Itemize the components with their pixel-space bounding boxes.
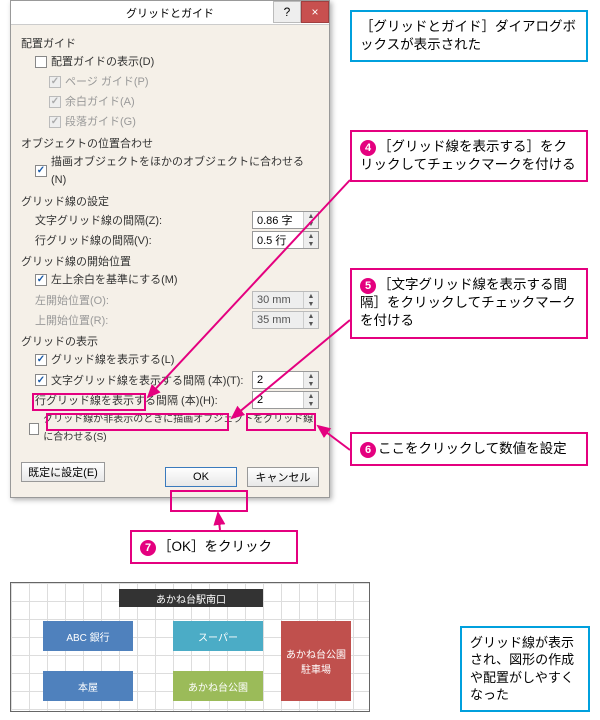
top-start-up: ▲ — [304, 312, 318, 320]
snap-others-checkbox[interactable] — [35, 165, 47, 177]
dialog-title: グリッドとガイド — [126, 5, 214, 21]
line-grid-spacing-up[interactable]: ▲ — [304, 232, 318, 240]
margin-guide-checkbox — [49, 96, 61, 108]
char-grid-show-down[interactable]: ▼ — [304, 380, 318, 388]
set-default-button[interactable]: 既定に設定(E) — [21, 462, 105, 482]
callout-grid-shown: グリッド線が表示され、図形の作成や配置がしやすくなった — [460, 626, 590, 712]
char-grid-show-label: 文字グリッド線を表示する間隔 (本)(T): — [51, 372, 243, 388]
grid-guide-dialog: グリッドとガイド ? × 配置ガイド 配置ガイドの表示(D) ページ ガイド(P… — [10, 0, 330, 498]
margin-guide-label: 余白ガイド(A) — [65, 93, 135, 111]
line-grid-spacing-label: 行グリッド線の間隔(V): — [35, 232, 152, 248]
callout-5: 5［文字グリッド線を表示する間隔］をクリックしてチェックマークを付ける — [350, 268, 588, 339]
use-margin-label: 左上余白を基準にする(M) — [51, 271, 178, 289]
line-grid-show-up[interactable]: ▲ — [304, 392, 318, 400]
char-grid-show-input[interactable]: ▲▼ — [252, 371, 319, 389]
top-start-input: ▲▼ — [252, 311, 319, 329]
left-start-up: ▲ — [304, 292, 318, 300]
line-grid-spacing-input[interactable]: ▲▼ — [252, 231, 319, 249]
left-start-down: ▼ — [304, 300, 318, 308]
char-grid-spacing-up[interactable]: ▲ — [304, 212, 318, 220]
page-canvas-preview: あかね台駅南口 ABC 銀行 スーパー 本屋 あかね台公園 あかね台公園駐車場 — [10, 582, 370, 712]
section-grid-show: グリッドの表示 — [21, 333, 319, 349]
shape-parking: あかね台公園駐車場 — [281, 621, 351, 701]
top-start-down: ▼ — [304, 320, 318, 328]
shape-abc-bank: ABC 銀行 — [43, 621, 133, 651]
callout-6-text: ここをクリックして数値を設定 — [378, 441, 567, 456]
line-grid-show-input[interactable]: ▲▼ — [252, 391, 319, 409]
char-grid-spacing-input[interactable]: ▲▼ — [252, 211, 319, 229]
top-start-label: 上開始位置(R): — [35, 312, 108, 328]
callout-4: 4［グリッド線を表示する］をクリックしてチェックマークを付ける — [350, 130, 588, 182]
use-margin-checkbox[interactable] — [35, 274, 47, 286]
line-grid-show-label: 行グリッド線を表示する間隔 (本)(H): — [35, 392, 218, 408]
help-button[interactable]: ? — [273, 1, 301, 23]
section-grid-settings: グリッド線の設定 — [21, 193, 319, 209]
close-button[interactable]: × — [301, 1, 329, 23]
shape-bookstore: 本屋 — [43, 671, 133, 701]
char-grid-spacing-label: 文字グリッド線の間隔(Z): — [35, 212, 162, 228]
snap-hidden-checkbox[interactable] — [29, 423, 39, 435]
page-guide-label: ページ ガイド(P) — [65, 73, 149, 91]
page-guide-checkbox — [49, 76, 61, 88]
line-grid-show-down[interactable]: ▼ — [304, 400, 318, 408]
char-grid-show-up[interactable]: ▲ — [304, 372, 318, 380]
shape-park: あかね台公園 — [173, 671, 263, 701]
step-7-num: 7 — [140, 540, 156, 556]
callout-dialog-shown: ［グリッドとガイド］ダイアログボックスが表示された — [350, 10, 588, 62]
callout-7: 7［OK］をクリック — [130, 530, 298, 564]
shape-station: あかね台駅南口 — [119, 589, 263, 607]
paragraph-guide-checkbox — [49, 116, 61, 128]
step-5-num: 5 — [360, 278, 376, 294]
dialog-titlebar: グリッドとガイド ? × — [11, 1, 329, 25]
snap-hidden-label: グリッド線が非表示のときに描画オブジェクトをグリッド線に合わせる(S) — [43, 411, 319, 447]
left-start-input: ▲▼ — [252, 291, 319, 309]
section-grid-start: グリッド線の開始位置 — [21, 253, 319, 269]
shape-super: スーパー — [173, 621, 263, 651]
ok-button[interactable]: OK — [165, 467, 237, 487]
char-grid-show-checkbox[interactable] — [35, 374, 47, 386]
char-grid-spacing-down[interactable]: ▼ — [304, 220, 318, 228]
step-4-num: 4 — [360, 140, 376, 156]
callout-5-text: ［文字グリッド線を表示する間隔］をクリックしてチェックマークを付ける — [360, 277, 576, 328]
left-start-label: 左開始位置(O): — [35, 292, 109, 308]
cancel-button[interactable]: キャンセル — [247, 467, 319, 487]
section-object-align: オブジェクトの位置合わせ — [21, 135, 319, 151]
snap-others-label: 描画オブジェクトをほかのオブジェクトに合わせる(N) — [51, 153, 319, 189]
section-align-guides: 配置ガイド — [21, 35, 319, 51]
callout-7-text: ［OK］をクリック — [158, 539, 272, 554]
line-grid-spacing-down[interactable]: ▼ — [304, 240, 318, 248]
paragraph-guide-label: 段落ガイド(G) — [65, 113, 136, 131]
show-grid-checkbox[interactable] — [35, 354, 47, 366]
step-6-num: 6 — [360, 442, 376, 458]
callout-4-text: ［グリッド線を表示する］をクリックしてチェックマークを付ける — [360, 139, 576, 172]
show-grid-label: グリッド線を表示する(L) — [51, 351, 174, 369]
show-align-guides-checkbox[interactable] — [35, 56, 47, 68]
callout-6: 6ここをクリックして数値を設定 — [350, 432, 588, 466]
show-align-guides-label: 配置ガイドの表示(D) — [51, 53, 154, 71]
